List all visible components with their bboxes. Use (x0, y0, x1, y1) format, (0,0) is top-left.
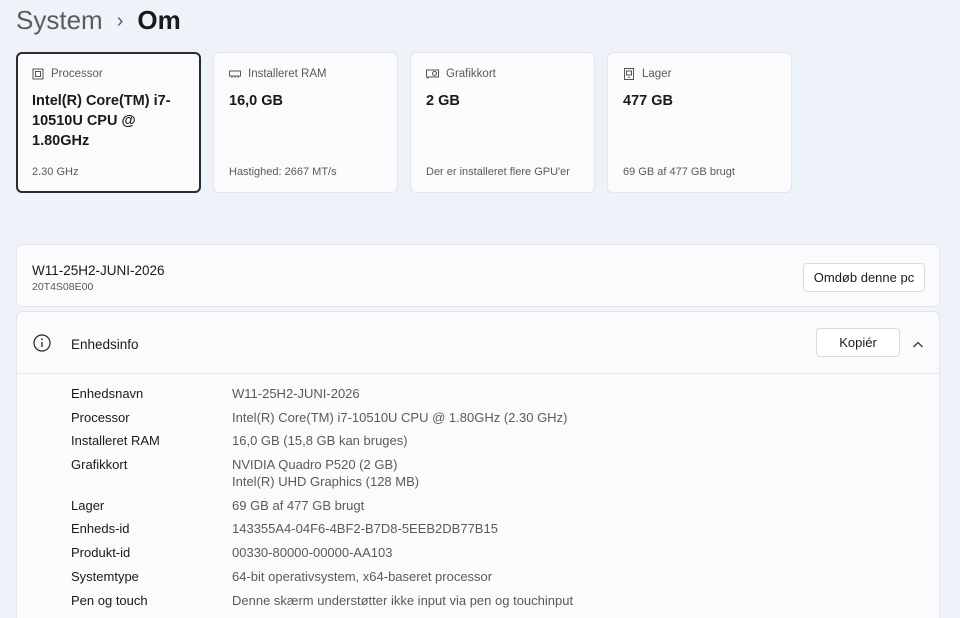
spec-value[interactable]: 64-bit operativsystem, x64-baseret proce… (232, 568, 792, 585)
chevron-up-icon[interactable] (912, 337, 924, 355)
breadcrumb: System › Om (16, 2, 181, 38)
pc-name: W11-25H2-JUNI-2026 (32, 263, 165, 278)
spec-label: Systemtype (71, 569, 139, 584)
spec-value[interactable]: Intel(R) Core(TM) i7-10510U CPU @ 1.80GH… (232, 409, 792, 426)
device-info-title: Enhedsinfo (71, 337, 139, 352)
spec-cards: Processor Intel(R) Core(TM) i7-10510U CP… (16, 52, 792, 193)
spec-label: Enheds-id (71, 521, 130, 536)
spec-label: Installeret RAM (71, 433, 160, 448)
card-label: Grafikkort (446, 68, 496, 80)
pc-model: 20T4S08E00 (32, 281, 94, 293)
card-subtext: Hastighed: 2667 MT/s (229, 166, 337, 178)
breadcrumb-system-link[interactable]: System (16, 5, 103, 36)
pc-name-panel: W11-25H2-JUNI-2026 20T4S08E00 Omdøb denn… (16, 244, 940, 307)
graphics-card-icon (426, 68, 439, 80)
spec-label: Grafikkort (71, 457, 128, 472)
card-value: Intel(R) Core(TM) i7-10510U CPU @ 1.80GH… (32, 93, 171, 149)
card-label: Processor (51, 68, 103, 80)
spec-value[interactable]: 00330-80000-00000-AA103 (232, 544, 792, 561)
spec-value[interactable]: Denne skærm understøtter ikke input via … (232, 592, 792, 609)
card-value: 16,0 GB (229, 93, 283, 109)
spec-value[interactable]: NVIDIA Quadro P520 (2 GB) (232, 456, 792, 473)
info-icon (33, 334, 51, 357)
spec-label: Enhedsnavn (71, 386, 144, 401)
copy-button[interactable]: Kopiér (816, 328, 900, 357)
spec-value[interactable]: 16,0 GB (15,8 GB kan bruges) (232, 432, 792, 449)
spec-label: Processor (71, 410, 130, 425)
graphics-card-card[interactable]: Grafikkort 2 GB Der er installeret flere… (410, 52, 595, 193)
spec-value[interactable]: W11-25H2-JUNI-2026 (232, 385, 792, 402)
spec-label: Pen og touch (71, 593, 148, 608)
card-label: Installeret RAM (248, 68, 327, 80)
processor-icon (32, 68, 44, 80)
spec-value[interactable]: 143355A4-04F6-4BF2-B7D8-5EEB2DB77B15 (232, 520, 792, 537)
device-info-panel: Enhedsinfo Kopiér Enhedsnavn W11-25H2-JU… (16, 311, 940, 618)
spec-label: Produkt-id (71, 545, 131, 560)
storage-card[interactable]: Lager 477 GB 69 GB af 477 GB brugt (607, 52, 792, 193)
chevron-right-icon: › (116, 9, 124, 32)
card-label: Lager (642, 68, 672, 80)
ram-card[interactable]: Installeret RAM 16,0 GB Hastighed: 2667 … (213, 52, 398, 193)
processor-card[interactable]: Processor Intel(R) Core(TM) i7-10510U CP… (16, 52, 201, 193)
card-subtext: 69 GB af 477 GB brugt (623, 166, 735, 178)
page-title: Om (137, 4, 181, 35)
card-subtext: 2.30 GHz (32, 166, 79, 178)
spec-value-secondary[interactable]: Intel(R) UHD Graphics (128 MB) (232, 473, 792, 490)
rename-pc-button[interactable]: Omdøb denne pc (803, 263, 925, 292)
device-info-header[interactable]: Enhedsinfo Kopiér (17, 312, 939, 374)
card-value: 2 GB (426, 93, 460, 109)
ram-icon (229, 68, 241, 80)
spec-value[interactable]: 69 GB af 477 GB brugt (232, 497, 792, 514)
card-subtext: Der er installeret flere GPU'er (426, 166, 570, 178)
card-value: 477 GB (623, 93, 673, 109)
storage-icon (623, 68, 635, 80)
spec-label: Lager (71, 498, 105, 513)
